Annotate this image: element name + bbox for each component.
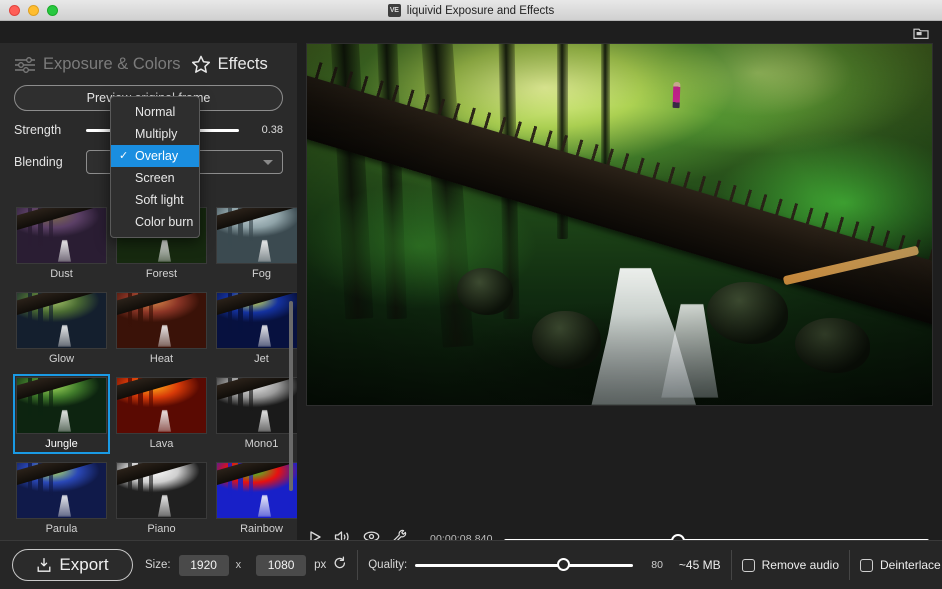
traffic-lights (9, 5, 58, 16)
preset-label: Rainbow (216, 522, 297, 536)
size-separator: x (236, 559, 242, 571)
preset-thumbnail (216, 462, 297, 519)
size-unit: px (314, 559, 326, 571)
app-icon: VE (388, 4, 401, 17)
size-label: Size: (145, 559, 171, 571)
estimated-file-size: ~45 MB (679, 558, 721, 572)
preset-rainbow[interactable]: Rainbow (216, 462, 297, 536)
window-title: liquivid Exposure and Effects (407, 5, 554, 17)
blending-dropdown-menu[interactable]: NormalMultiplyOverlayScreenSoft lightCol… (110, 96, 200, 238)
preset-dust[interactable]: Dust (16, 207, 107, 281)
preset-thumbnail (116, 377, 207, 434)
preset-thumbnail (16, 462, 107, 519)
menu-item-screen[interactable]: Screen (111, 167, 199, 189)
zoom-button[interactable] (47, 5, 58, 16)
tab-exposure-colors-label: Exposure & Colors (43, 55, 181, 74)
divider-3 (849, 550, 850, 580)
tab-effects-label: Effects (218, 55, 268, 74)
tab-exposure-colors[interactable]: Exposure & Colors (14, 55, 181, 74)
preset-thumbnail (116, 292, 207, 349)
preset-label: Piano (116, 522, 207, 536)
bottom-bar: Export Size: 1920 x 1080 px Quality: 80 … (0, 540, 942, 589)
preset-parula[interactable]: Parula (16, 462, 107, 536)
menu-item-normal[interactable]: Normal (111, 101, 199, 123)
preset-piano[interactable]: Piano (116, 462, 207, 536)
sliders-icon (14, 56, 36, 73)
tab-effects[interactable]: Effects (191, 55, 268, 74)
quality-label: Quality: (368, 559, 407, 571)
deinterlace-label: Deinterlace (880, 558, 941, 572)
height-input[interactable]: 1080 (256, 555, 306, 576)
preset-label: Parula (16, 522, 107, 536)
strength-value: 0.38 (239, 124, 283, 136)
preset-label: Fog (216, 267, 297, 281)
preset-thumbnail (16, 377, 107, 434)
preview-area: 00:00:08.840 Export range: > < > < (297, 43, 942, 540)
quality-slider-knob[interactable] (557, 558, 570, 571)
deinterlace-checkbox[interactable]: Deinterlace (860, 558, 941, 572)
divider-2 (731, 550, 732, 580)
menu-item-soft-light[interactable]: Soft light (111, 189, 199, 211)
preset-thumbnail (216, 377, 297, 434)
preset-lava[interactable]: Lava (116, 377, 207, 451)
preset-thumbnail (16, 292, 107, 349)
divider-1 (357, 550, 358, 580)
width-input[interactable]: 1920 (179, 555, 229, 576)
preset-label: Dust (16, 267, 107, 281)
menu-item-multiply[interactable]: Multiply (111, 123, 199, 145)
remove-audio-box[interactable] (742, 559, 755, 572)
preset-label: Lava (116, 437, 207, 451)
quality-slider[interactable] (415, 564, 633, 567)
menu-item-overlay[interactable]: Overlay (111, 145, 199, 167)
chevron-down-icon (263, 160, 273, 165)
transport-controls: 00:00:08.840 Export range: > < > < (297, 415, 942, 540)
app-window: VE liquivid Exposure and Effects (0, 0, 942, 589)
preset-label: Jet (216, 352, 297, 366)
preset-glow[interactable]: Glow (16, 292, 107, 366)
star-icon (191, 55, 211, 74)
title-bar: VE liquivid Exposure and Effects (0, 0, 942, 21)
video-preview[interactable] (306, 43, 933, 406)
preset-label: Heat (116, 352, 207, 366)
deinterlace-box[interactable] (860, 559, 873, 572)
panel-tabs: Exposure & Colors Effects (0, 43, 297, 74)
reset-size-button[interactable] (333, 556, 347, 575)
preset-label: Forest (116, 267, 207, 281)
preset-mono1[interactable]: Mono1 (216, 377, 297, 451)
menu-item-color-burn[interactable]: Color burn (111, 211, 199, 233)
remove-audio-label: Remove audio (762, 558, 839, 572)
preset-thumbnail (116, 462, 207, 519)
minimize-button[interactable] (28, 5, 39, 16)
open-folder-button[interactable] (910, 24, 932, 42)
preset-thumbnail (216, 292, 297, 349)
export-button-label: Export (59, 555, 108, 575)
preview-vignette (307, 44, 932, 405)
presets-scrollbar[interactable] (289, 301, 293, 491)
presets-scroll-area[interactable]: Dust Forest Fog Glow Heat Jet Jungle Lava Mono1 P… (0, 201, 297, 540)
export-button[interactable]: Export (12, 549, 133, 581)
close-button[interactable] (9, 5, 20, 16)
folder-icon (913, 27, 929, 40)
blending-label: Blending (14, 155, 86, 169)
preset-label: Mono1 (216, 437, 297, 451)
preset-label: Glow (16, 352, 107, 366)
preset-jet[interactable]: Jet (216, 292, 297, 366)
quality-value: 80 (651, 559, 663, 571)
preset-thumbnail (16, 207, 107, 264)
preset-label: Jungle (16, 437, 107, 451)
remove-audio-checkbox[interactable]: Remove audio (742, 558, 839, 572)
preset-jungle[interactable]: Jungle (16, 377, 107, 451)
preset-fog[interactable]: Fog (216, 207, 297, 281)
preset-heat[interactable]: Heat (116, 292, 207, 366)
top-toolbar (0, 21, 942, 43)
presets-grid: Dust Forest Fog Glow Heat Jet Jungle Lava Mono1 P… (0, 201, 297, 540)
strength-label: Strength (14, 123, 86, 137)
export-icon (36, 557, 52, 573)
preset-thumbnail (216, 207, 297, 264)
reset-icon (333, 556, 347, 570)
